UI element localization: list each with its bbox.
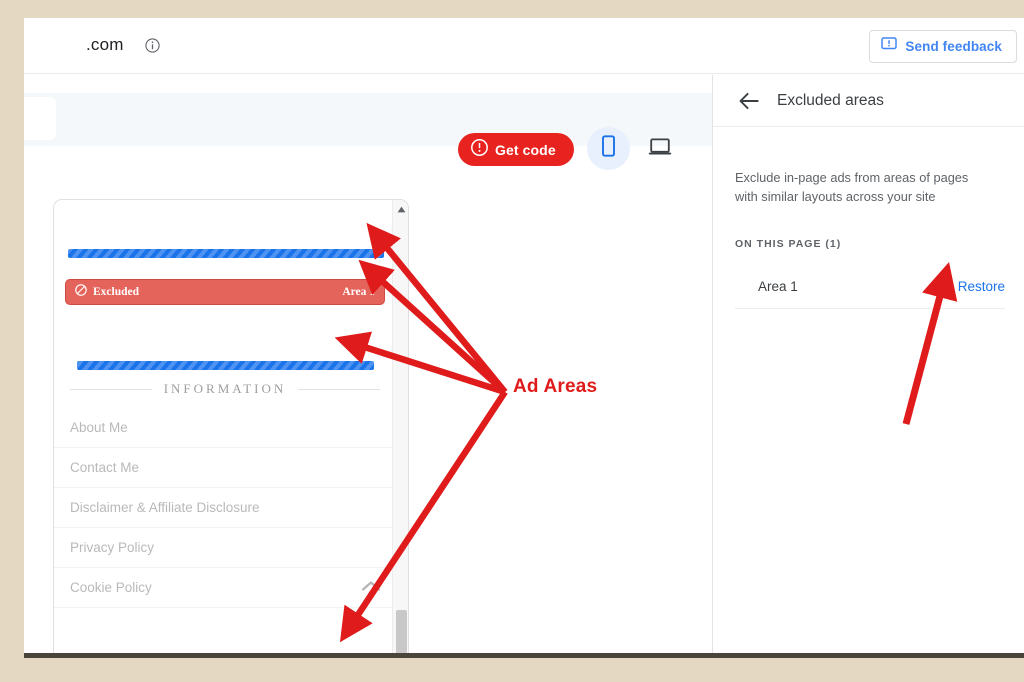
heading-divider-right	[298, 388, 380, 390]
desktop-device-icon	[648, 136, 672, 162]
excluded-area-bar[interactable]: Excluded Area 1	[65, 279, 385, 305]
get-code-label: Get code	[495, 141, 556, 158]
scrollbar-thumb[interactable]	[396, 610, 407, 656]
scroll-up-arrow-icon[interactable]	[393, 201, 408, 217]
get-code-button[interactable]: Get code	[458, 133, 574, 166]
panel-title: Excluded areas	[777, 91, 884, 109]
preview-scrollbar[interactable]	[392, 200, 408, 658]
main-content: Get code Excluded Area 1 INFORMATION Abo…	[24, 75, 712, 658]
send-feedback-button[interactable]: Send feedback	[869, 30, 1017, 63]
block-icon	[75, 283, 87, 301]
app-window: .com Send feedback Get code Excluded Are…	[24, 18, 1024, 658]
excluded-area-row-name: Area 1	[758, 278, 798, 294]
desktop-device-button[interactable]	[638, 127, 681, 170]
list-item[interactable]: Cookie Policy	[54, 568, 394, 608]
list-item-label: Disclaimer & Affiliate Disclosure	[70, 500, 260, 515]
device-toggle-group	[587, 127, 681, 170]
send-feedback-label: Send feedback	[905, 39, 1002, 54]
toolbar-notch	[24, 97, 56, 140]
information-heading-label: INFORMATION	[163, 381, 287, 396]
list-item[interactable]: Privacy Policy	[54, 528, 394, 568]
heading-divider-left	[70, 388, 152, 390]
table-row: Area 1 Restore	[735, 264, 1005, 309]
screenshot-root: .com Send feedback Get code Excluded Are…	[0, 0, 1024, 682]
preview-viewport: Excluded Area 1 INFORMATION About Me Con…	[54, 200, 394, 658]
list-item-label: About Me	[70, 420, 128, 435]
back-arrow-icon[interactable]	[732, 84, 766, 118]
restore-link[interactable]: Restore	[958, 279, 1005, 294]
excluded-area-name: Area 1	[342, 286, 375, 298]
ad-placeholder-bar[interactable]	[77, 361, 374, 370]
list-item[interactable]: Contact Me	[54, 448, 394, 488]
list-item-label: Contact Me	[70, 460, 140, 475]
list-item[interactable]: About Me	[54, 408, 394, 448]
list-item[interactable]: Disclaimer & Affiliate Disclosure	[54, 488, 394, 528]
panel-header: Excluded areas	[713, 75, 1024, 127]
list-item-label: Privacy Policy	[70, 540, 155, 555]
error-circle-icon	[471, 138, 488, 161]
page-preview-card: Excluded Area 1 INFORMATION About Me Con…	[53, 199, 409, 658]
mobile-device-icon	[599, 135, 618, 162]
panel-section-label: ON THIS PAGE (1)	[735, 238, 842, 250]
window-bottom-shadow	[24, 653, 1024, 658]
info-icon[interactable]	[145, 38, 160, 53]
footer-link-list: About Me Contact Me Disclaimer & Affilia…	[54, 408, 394, 608]
list-item-label: Cookie Policy	[70, 580, 152, 595]
panel-description: Exclude in-page ads from areas of pages …	[735, 170, 969, 204]
ad-placeholder-bar[interactable]	[68, 249, 384, 258]
excluded-areas-panel: Excluded areas Exclude in-page ads from …	[712, 75, 1024, 658]
information-heading: INFORMATION	[70, 381, 380, 397]
chevron-up-icon[interactable]	[360, 578, 382, 599]
excluded-label: Excluded	[93, 286, 140, 298]
mobile-device-button[interactable]	[587, 127, 630, 170]
site-name: .com	[86, 35, 124, 54]
feedback-icon	[881, 36, 898, 57]
top-bar: .com Send feedback	[24, 18, 1024, 74]
